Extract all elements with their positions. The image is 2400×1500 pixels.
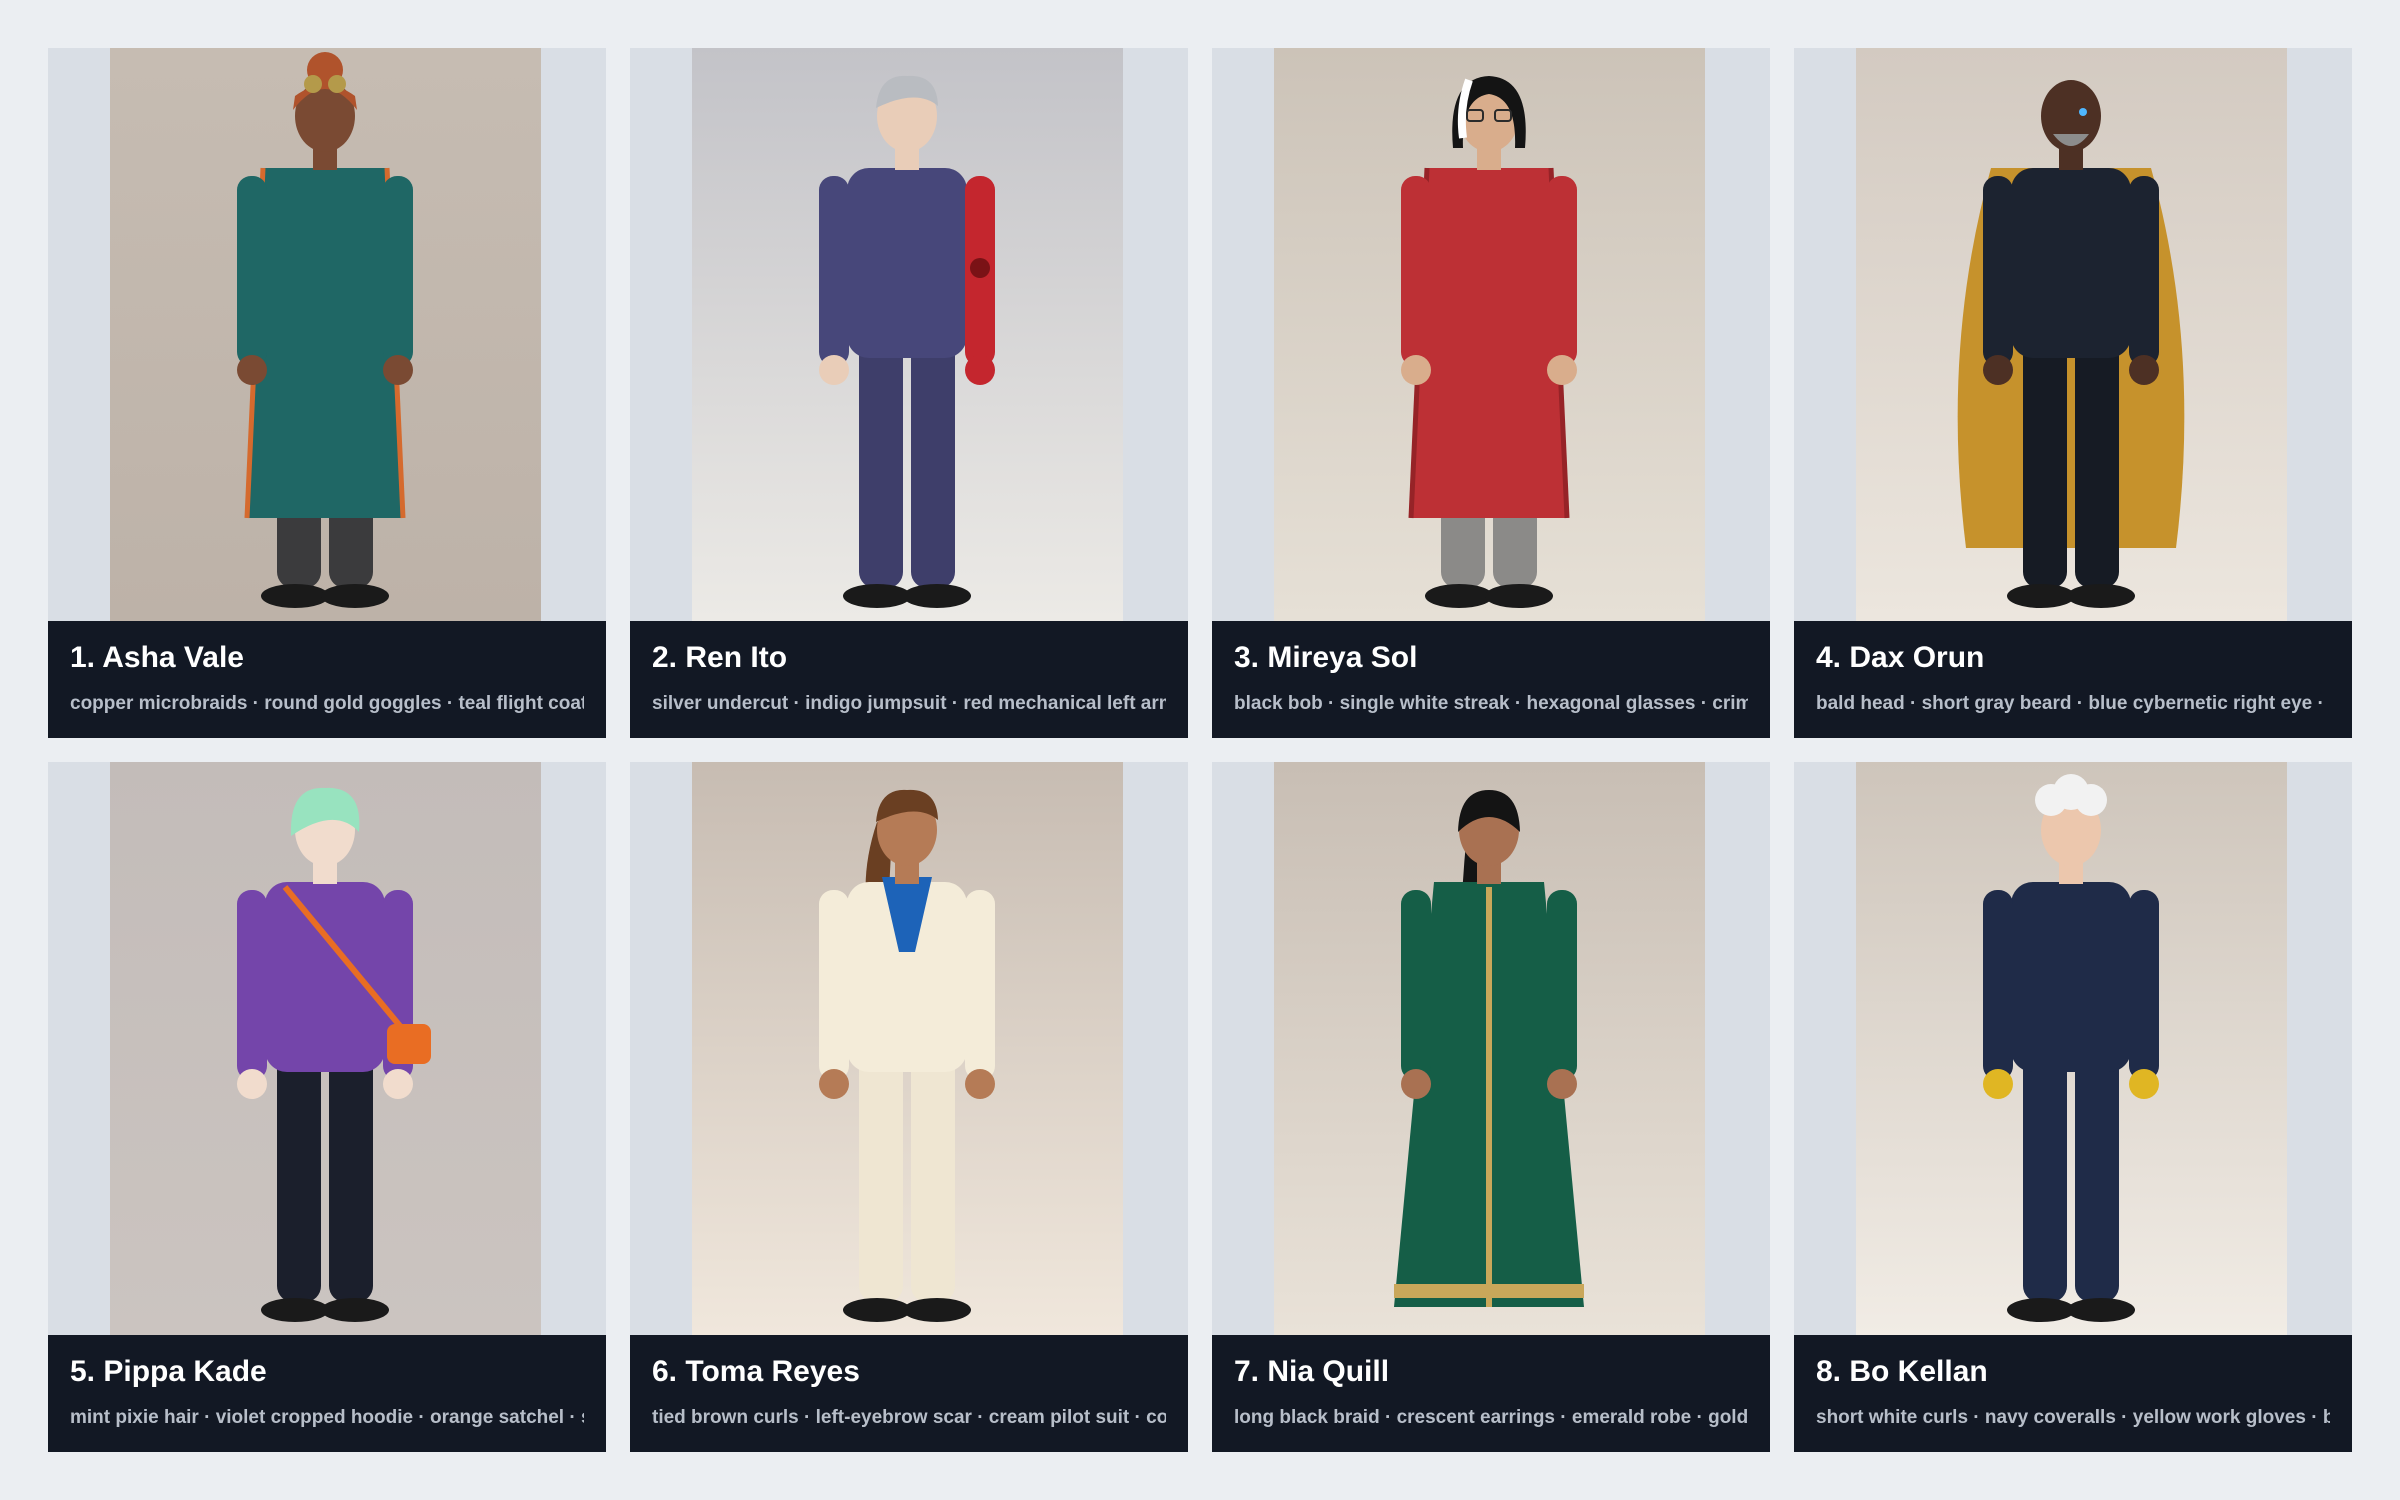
character-grid: 1. Asha Vale copper microbraids · round … — [48, 48, 2352, 1452]
card-caption: 7. Nia Quill long black braid · crescent… — [1212, 1335, 1770, 1452]
character-name: 7. Nia Quill — [1234, 1355, 1390, 1388]
character-portrait — [110, 48, 541, 621]
character-name: 1. Asha Vale — [70, 641, 244, 674]
character-traits: silver undercut · indigo jumpsuit · red … — [652, 693, 1166, 714]
character-name: 4. Dax Orun — [1816, 641, 1985, 674]
character-card[interactable]: 1. Asha Vale copper microbraids · round … — [48, 48, 606, 738]
portrait-area[interactable] — [630, 762, 1188, 1335]
character-card[interactable]: 3. Mireya Sol black bob · single white s… — [1212, 48, 1770, 738]
character-card[interactable]: 8. Bo Kellan short white curls · navy co… — [1794, 762, 2352, 1452]
card-caption: 8. Bo Kellan short white curls · navy co… — [1794, 1335, 2352, 1452]
portrait-area[interactable] — [1212, 48, 1770, 621]
character-portrait — [1274, 48, 1705, 621]
portrait-area[interactable] — [1794, 48, 2352, 621]
character-traits: mint pixie hair · violet cropped hoodie … — [70, 1407, 584, 1428]
portrait-area[interactable] — [1794, 762, 2352, 1335]
card-caption: 5. Pippa Kade mint pixie hair · violet c… — [48, 1335, 606, 1452]
character-portrait — [1856, 48, 2287, 621]
card-caption: 6. Toma Reyes tied brown curls · left-ey… — [630, 1335, 1188, 1452]
character-portrait — [1856, 762, 2287, 1335]
character-traits: tied brown curls · left-eyebrow scar · c… — [652, 1407, 1166, 1428]
card-caption: 2. Ren Ito silver undercut · indigo jump… — [630, 621, 1188, 738]
character-name: 2. Ren Ito — [652, 641, 788, 674]
portrait-area[interactable] — [48, 48, 606, 621]
portrait-area[interactable] — [1212, 762, 1770, 1335]
character-portrait-icon — [1274, 762, 1705, 1335]
character-card[interactable]: 6. Toma Reyes tied brown curls · left-ey… — [630, 762, 1188, 1452]
portrait-area[interactable] — [48, 762, 606, 1335]
character-traits: black bob · single white streak · hexago… — [1234, 693, 1748, 714]
character-portrait-icon — [692, 48, 1123, 621]
character-card[interactable]: 2. Ren Ito silver undercut · indigo jump… — [630, 48, 1188, 738]
character-portrait-icon — [1274, 48, 1705, 621]
character-portrait — [692, 762, 1123, 1335]
character-portrait-icon — [1856, 48, 2287, 621]
portrait-area[interactable] — [630, 48, 1188, 621]
character-portrait-icon — [110, 48, 541, 621]
card-caption: 1. Asha Vale copper microbraids · round … — [48, 621, 606, 738]
character-portrait-icon — [110, 762, 541, 1335]
character-card[interactable]: 7. Nia Quill long black braid · crescent… — [1212, 762, 1770, 1452]
card-caption: 3. Mireya Sol black bob · single white s… — [1212, 621, 1770, 738]
character-traits: bald head · short gray beard · blue cybe… — [1816, 693, 2330, 714]
character-portrait — [692, 48, 1123, 621]
character-portrait-icon — [692, 762, 1123, 1335]
character-card[interactable]: 5. Pippa Kade mint pixie hair · violet c… — [48, 762, 606, 1452]
character-portrait-icon — [1856, 762, 2287, 1335]
character-name: 6. Toma Reyes — [652, 1355, 860, 1388]
character-name: 8. Bo Kellan — [1816, 1355, 1988, 1388]
character-name: 5. Pippa Kade — [70, 1355, 267, 1388]
character-portrait — [1274, 762, 1705, 1335]
character-traits: short white curls · navy coveralls · yel… — [1816, 1407, 2330, 1428]
character-portrait — [110, 762, 541, 1335]
character-card[interactable]: 4. Dax Orun bald head · short gray beard… — [1794, 48, 2352, 738]
character-traits: copper microbraids · round gold goggles … — [70, 693, 584, 714]
card-caption: 4. Dax Orun bald head · short gray beard… — [1794, 621, 2352, 738]
character-name: 3. Mireya Sol — [1234, 641, 1418, 674]
character-traits: long black braid · crescent earrings · e… — [1234, 1407, 1748, 1428]
